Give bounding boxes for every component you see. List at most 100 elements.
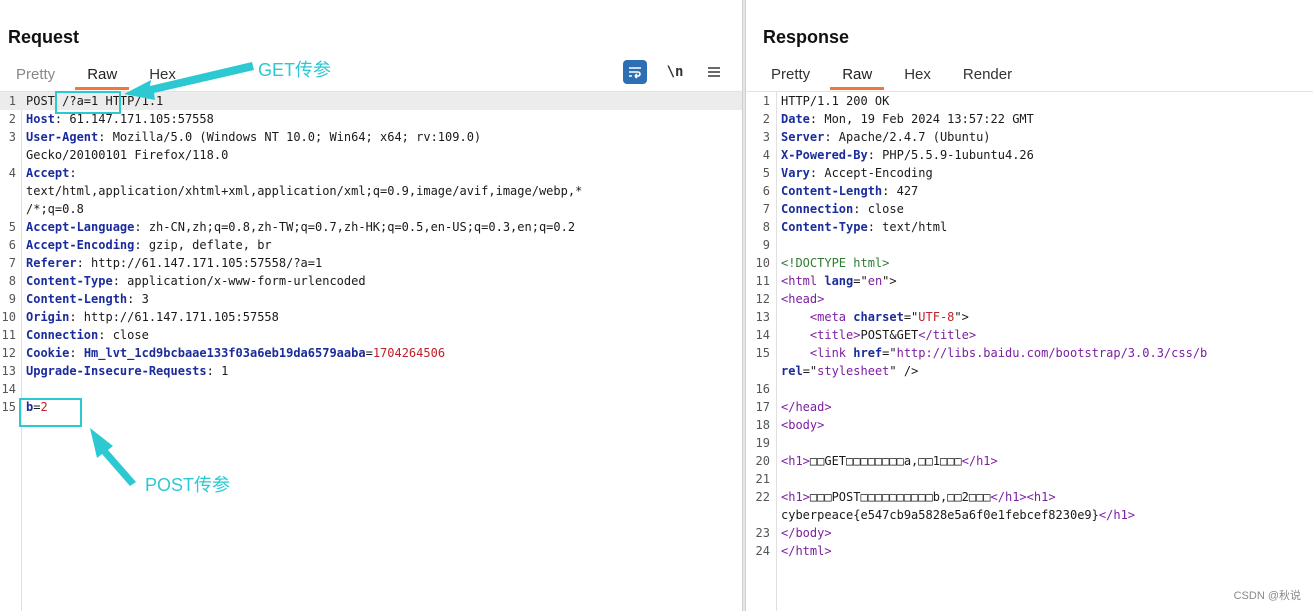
code-token: /*;q=0.8	[26, 202, 84, 216]
code-line: 6 Content-Length: 427	[746, 182, 1313, 200]
code-line: 3 User-Agent: Mozilla/5.0 (Windows NT 10.…	[0, 128, 742, 146]
line-number: 10	[1, 310, 16, 324]
code-line: 5 Accept-Language: zh-CN,zh;q=0.8,zh-TW;q…	[0, 218, 742, 236]
code-line: 15 b=2	[0, 398, 742, 416]
code-token: charset	[853, 310, 904, 324]
code-token: User-Agent	[26, 130, 99, 144]
watermark-text: CSDN @秋说	[1233, 590, 1301, 602]
code-token: : Apache/2.4.7 (Ubuntu)	[824, 130, 991, 144]
line-number: 9	[762, 238, 770, 252]
line-code: Vary: Accept-Encoding	[781, 164, 933, 182]
code-line: 10 Origin: http://61.147.171.105:57558	[0, 308, 742, 326]
code-token: HTTP/1.1 200 OK	[781, 94, 890, 108]
code-token: ="	[903, 310, 919, 324]
code-token: X-Powered-By	[781, 148, 868, 162]
line-code: Date: Mon, 19 Feb 2024 13:57:22 GMT	[781, 110, 1034, 128]
code-token: :	[69, 346, 84, 360]
code-token: ="	[802, 364, 818, 378]
code-line: 11 Connection: close	[0, 326, 742, 344]
line-code: Content-Type: application/x-www-form-url…	[26, 272, 366, 290]
code-token: Upgrade-Insecure-Requests	[26, 364, 207, 378]
code-token: Gecko/20100101 Firefox/118.0	[26, 148, 229, 162]
line-code: Referer: http://61.147.171.105:57558/?a=…	[26, 254, 322, 272]
code-token: : 3	[127, 292, 149, 306]
hamburger-menu-icon[interactable]	[702, 60, 726, 84]
code-line: 20 <h1>□□GET□□□□□□□□a,□□1□□□</h1>	[746, 452, 1313, 470]
line-code: Cookie: Hm_lvt_1cd9bcbaae133f03a6eb19da6…	[26, 344, 445, 362]
code-line: 3 Server: Apache/2.4.7 (Ubuntu)	[746, 128, 1313, 146]
response-editor[interactable]: 1 HTTP/1.1 200 OK 2 Date: Mon, 19 Feb 2024 …	[746, 92, 1313, 611]
line-number: 6	[762, 184, 770, 198]
line-code: cyberpeace{e547cb9a5828e5a6f0e1febcef823…	[781, 506, 1135, 524]
line-number: 13	[1, 364, 16, 378]
newline-toggle-button[interactable]: \n	[663, 60, 687, 84]
code-token: Content-Length	[26, 292, 128, 306]
line-number: 9	[8, 292, 16, 306]
code-token: <!DOCTYPE html>	[781, 256, 890, 270]
line-number: 2	[8, 112, 16, 126]
line-code: User-Agent: Mozilla/5.0 (Windows NT 10.0…	[26, 128, 481, 146]
line-number: 6	[8, 238, 16, 252]
code-line: 4 X-Powered-By: PHP/5.5.9-1ubuntu4.26	[746, 146, 1313, 164]
code-token: POST&GET	[860, 328, 919, 342]
code-line: 8 Content-Type: text/html	[746, 218, 1313, 236]
line-number: 11	[1, 328, 16, 342]
line-code: </html>	[781, 542, 832, 560]
tab-raw[interactable]: Raw	[826, 62, 888, 90]
code-token: ">	[882, 274, 897, 288]
line-number: 3	[8, 130, 16, 144]
code-token: : Accept-Encoding	[809, 166, 933, 180]
code-token: Hm_lvt_1cd9bcbaae133f03a6eb19da6579aaba	[83, 346, 366, 360]
code-token: ">	[954, 310, 969, 324]
code-token: <h1>	[1026, 490, 1056, 504]
line-number: 8	[8, 274, 16, 288]
line-number: 1	[762, 94, 770, 108]
code-token: <h1>	[781, 454, 810, 468]
line-number: 12	[755, 292, 770, 306]
tab-raw[interactable]: Raw	[71, 62, 133, 90]
line-number: 14	[1, 382, 16, 396]
code-token: Content-Length	[781, 184, 883, 198]
line-number: 10	[755, 256, 770, 270]
line-code: Connection: close	[26, 326, 149, 344]
line-code: text/html,application/xhtml+xml,applicat…	[26, 182, 582, 200]
line-number: 2	[762, 112, 770, 126]
code-token: : 1	[206, 364, 229, 378]
line-number: 1	[8, 94, 16, 108]
code-line: 10 <!DOCTYPE html>	[746, 254, 1313, 272]
tab-hex[interactable]: Hex	[888, 62, 947, 88]
code-token: href	[853, 346, 883, 360]
code-line: 1 HTTP/1.1 200 OK	[746, 92, 1313, 110]
wrap-text-icon[interactable]	[623, 60, 647, 84]
line-code: <h1>□□GET□□□□□□□□a,□□1□□□</h1>	[781, 452, 998, 470]
line-number: 15	[755, 346, 770, 360]
code-token: :	[69, 166, 77, 180]
tab-hex[interactable]: Hex	[133, 62, 192, 88]
code-line: 19	[746, 434, 1313, 452]
request-title: Request	[8, 27, 80, 47]
code-line: 21	[746, 470, 1313, 488]
code-line: 2 Date: Mon, 19 Feb 2024 13:57:22 GMT	[746, 110, 1313, 128]
code-token: Cookie	[26, 346, 70, 360]
code-token: : 427	[882, 184, 919, 198]
line-number: 4	[8, 166, 16, 180]
code-token: Connection	[26, 328, 99, 342]
line-number: 18	[755, 418, 770, 432]
tab-render[interactable]: Render	[947, 62, 1028, 88]
code-token: ="	[882, 346, 897, 360]
code-token: ="	[853, 274, 868, 288]
line-code: HTTP/1.1 200 OK	[781, 92, 889, 110]
code-line: 23 </body>	[746, 524, 1313, 542]
line-number: 20	[755, 454, 770, 468]
code-token: Connection	[781, 202, 854, 216]
line-number: 13	[755, 310, 770, 324]
code-token: <html	[781, 274, 825, 288]
code-token: : text/html	[867, 220, 948, 234]
line-code: Content-Length: 3	[26, 290, 149, 308]
code-token: " />	[889, 364, 919, 378]
tab-pretty[interactable]: Pretty	[755, 62, 826, 88]
line-number: 22	[755, 490, 770, 504]
tab-pretty[interactable]: Pretty	[0, 62, 71, 88]
request-editor[interactable]: 1 POST /?a=1 HTTP/1.1 2 Host: 61.147.171.10…	[0, 92, 742, 611]
line-code: /*;q=0.8	[26, 200, 84, 218]
